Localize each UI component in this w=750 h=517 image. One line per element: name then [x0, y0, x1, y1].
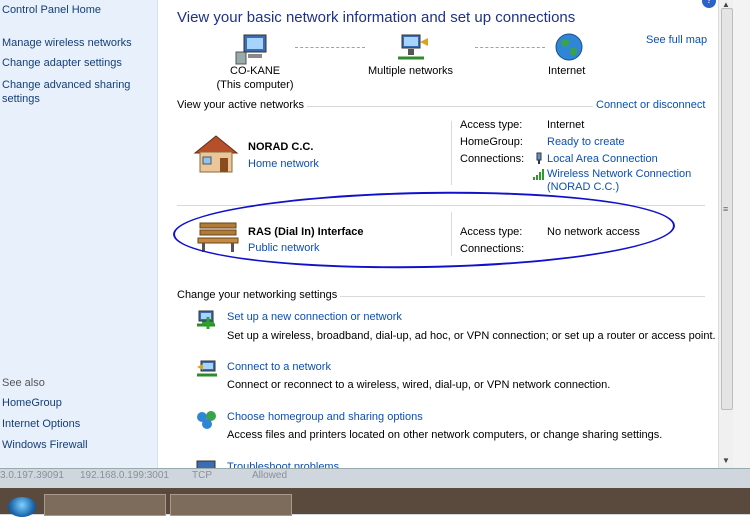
change-advanced-sharing-link[interactable]: Change advanced sharing [2, 79, 130, 91]
new-connection-icon [197, 310, 215, 329]
ready-to-create-link[interactable]: Ready to create [547, 136, 625, 148]
connections-label-1: Connections: [460, 153, 525, 165]
computer-icon [235, 34, 267, 65]
homegroup-sharing-options-desc: Access files and printers located on oth… [227, 429, 663, 441]
ghost-cell-1: 3.0.197.39091 [0, 470, 64, 481]
wireless-network-connection-name[interactable]: (NORAD C.C.) [547, 181, 619, 193]
home-network-house-icon [193, 135, 239, 173]
scroll-down-arrow-icon[interactable]: ▼ [722, 456, 730, 465]
see-also-homegroup-link[interactable]: HomeGroup [2, 397, 62, 409]
setup-new-connection-desc: Set up a wireless, broadband, dial-up, a… [227, 330, 716, 342]
taskbar-button-1[interactable] [44, 494, 166, 516]
map-link-line-2 [475, 47, 545, 48]
active-networks-heading: View your active networks [177, 99, 304, 111]
vertical-scrollbar[interactable]: ▲ ≡ ▼ [718, 0, 733, 468]
local-area-connection-link[interactable]: Local Area Connection [547, 153, 658, 165]
control-panel-home-link[interactable]: Control Panel Home [2, 4, 101, 16]
multiple-networks-label: Multiple networks [368, 65, 453, 77]
networking-settings-separator [340, 296, 705, 297]
home-network-link[interactable]: Home network [248, 158, 319, 170]
wireless-signal-icon [533, 169, 544, 180]
ghost-cell-3: TCP [192, 470, 212, 481]
setup-new-connection-link[interactable]: Set up a new connection or network [227, 311, 402, 323]
connect-or-disconnect-link[interactable]: Connect or disconnect [596, 99, 705, 111]
start-button-icon[interactable] [8, 497, 36, 517]
computer-name-label: CO-KANE [230, 65, 281, 77]
see-also-heading: See also [2, 377, 45, 389]
active-networks-separator [307, 106, 593, 107]
see-also-internet-options-link[interactable]: Internet Options [2, 418, 80, 430]
this-computer-label: (This computer) [216, 79, 294, 91]
ghost-cell-2: 192.168.0.199:3001 [80, 470, 169, 481]
multiple-networks-icon [398, 34, 428, 60]
map-link-line-1 [295, 47, 365, 48]
homegroup-label: HomeGroup: [460, 136, 523, 148]
access-type-value-1: Internet [547, 119, 585, 131]
left-navigation-pane: Control Panel Home Manage wireless netwo… [0, 0, 158, 468]
scrollbar-grip-icon: ≡ [723, 204, 729, 214]
see-also-windows-firewall-link[interactable]: Windows Firewall [2, 439, 88, 451]
homegroup-sharing-icon [197, 411, 216, 429]
internet-label: Internet [548, 65, 586, 77]
ethernet-connection-icon [536, 152, 542, 164]
taskbar-button-2[interactable] [170, 494, 292, 516]
ghost-cell-4: Allowed [252, 470, 288, 481]
network-name-norad: NORAD C.C. [248, 141, 314, 153]
window-edge [733, 0, 750, 468]
connect-to-network-link[interactable]: Connect to a network [227, 361, 331, 373]
networking-settings-heading: Change your networking settings [177, 289, 338, 301]
see-full-map-link[interactable]: See full map [646, 34, 707, 46]
wireless-network-connection-link[interactable]: Wireless Network Connection [547, 168, 691, 180]
internet-globe-icon [555, 33, 583, 61]
change-advanced-sharing-link-line2[interactable]: settings [2, 93, 40, 105]
homegroup-sharing-options-link[interactable]: Choose homegroup and sharing options [227, 411, 423, 423]
connect-to-network-desc: Connect or reconnect to a wireless, wire… [227, 379, 611, 391]
page-title: View your basic network information and … [177, 9, 576, 26]
connect-to-network-icon [197, 360, 217, 377]
access-type-label-1: Access type: [460, 119, 523, 131]
network-divider-1 [451, 121, 452, 185]
manage-wireless-networks-link[interactable]: Manage wireless networks [2, 37, 132, 49]
change-adapter-settings-link[interactable]: Change adapter settings [2, 57, 122, 69]
